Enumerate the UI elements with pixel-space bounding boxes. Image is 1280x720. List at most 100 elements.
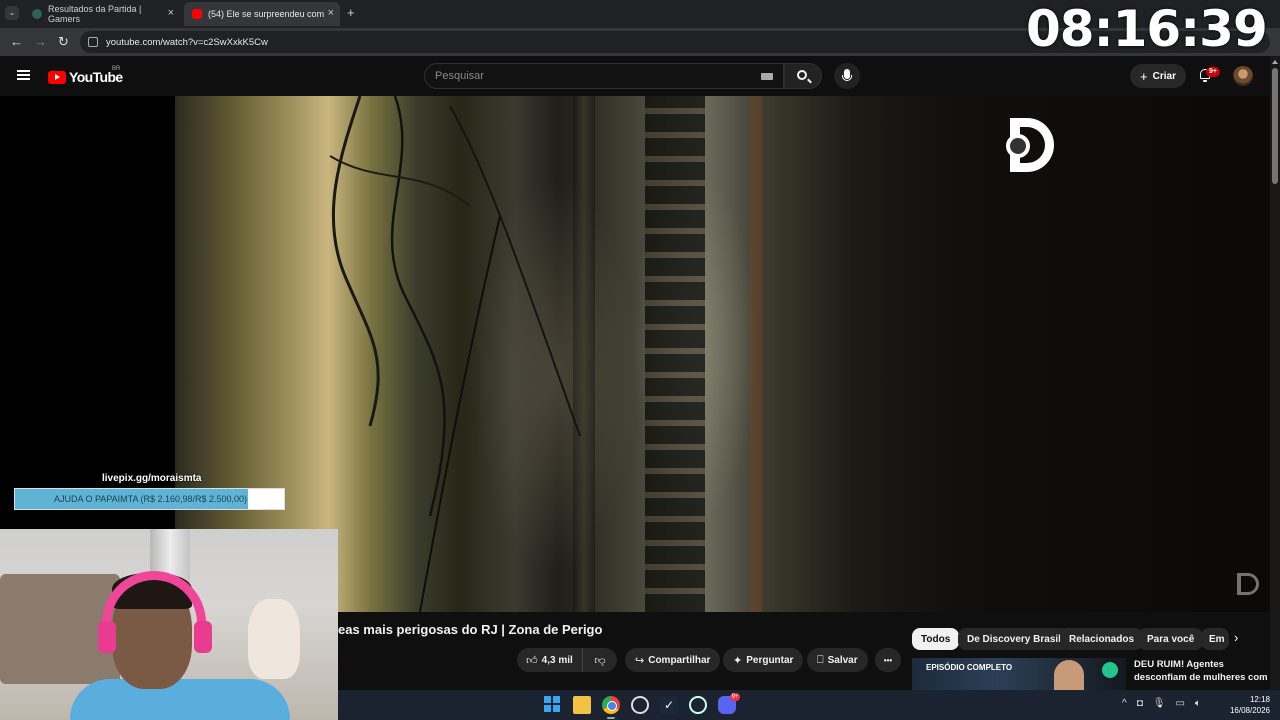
screen: ⌄ Resultados da Partida | Gamers × (54) … xyxy=(0,0,1280,720)
start-pane xyxy=(544,696,551,703)
taskbar-clock[interactable]: 12:18 16/08/2026 xyxy=(1218,694,1270,716)
save-label: Salvar xyxy=(827,654,858,666)
more-icon: ••• xyxy=(883,655,893,665)
back-arrow-icon[interactable]: ← xyxy=(10,34,23,49)
shirt-shape xyxy=(70,679,290,720)
start-pane xyxy=(544,705,551,712)
plus-icon: + xyxy=(1140,68,1148,84)
new-tab-button[interactable]: + xyxy=(347,5,355,20)
network-icon[interactable]: ▭ xyxy=(1175,698,1184,709)
youtube-logo[interactable]: YouTube BR xyxy=(48,66,123,85)
url-text: youtube.com/watch?v=c2SwXxkK5Cw xyxy=(106,36,268,48)
save-button[interactable]: ⎕ Salvar xyxy=(807,648,868,672)
windows-start-icon[interactable] xyxy=(544,696,562,714)
search-icon xyxy=(797,70,807,80)
channel-watermark-icon[interactable] xyxy=(1237,573,1259,595)
system-tray: ^ ◘ 🎙︎ ▭ 🔈︎ xyxy=(1122,698,1201,709)
share-label: Compartilhar xyxy=(648,654,711,666)
start-pane xyxy=(553,705,560,712)
wires-drawing xyxy=(329,96,581,612)
notification-badge: 9+ xyxy=(1206,67,1220,77)
like-button[interactable]: 👍︎ 4,3 mil xyxy=(517,648,583,672)
create-label: Criar xyxy=(1152,70,1176,82)
more-actions-button[interactable]: ••• xyxy=(875,648,901,672)
active-app-indicator xyxy=(607,717,615,719)
search-input[interactable]: Pesquisar xyxy=(424,63,784,89)
share-button[interactable]: ↪ Compartilhar xyxy=(625,648,721,672)
microphone-tray-icon[interactable]: 🎙︎ xyxy=(1153,698,1166,709)
thumbs-down-icon: 👎︎ xyxy=(594,654,606,667)
like-count: 4,3 mil xyxy=(541,654,573,666)
menu-icon[interactable] xyxy=(17,70,30,80)
youtube-header: YouTube BR Pesquisar + Criar 9+ xyxy=(0,56,1270,96)
start-pane xyxy=(553,696,560,703)
tab-search-button[interactable]: ⌄ xyxy=(5,6,19,20)
donation-goal-bar: AJUDA O PAPAIMTA (R$ 2.160,98/R$ 2.500,0… xyxy=(14,488,285,510)
close-tab-icon[interactable]: × xyxy=(168,7,174,19)
page-scrollbar[interactable] xyxy=(1270,56,1280,690)
search-button[interactable] xyxy=(784,63,822,89)
discovery-logo-icon xyxy=(1006,118,1058,176)
site-info-icon[interactable] xyxy=(88,37,98,47)
chip-discovery[interactable]: De Discovery Brasil xyxy=(958,628,1070,650)
windows-taskbar: ✓ 9+ ^ ◘ 🎙︎ ▭ 🔈︎ 12:18 16/08/2026 xyxy=(338,690,1280,720)
close-tab-icon[interactable]: × xyxy=(328,7,334,19)
thumbs-up-icon: 👍︎ xyxy=(526,654,538,667)
browser-tab-youtube[interactable]: (54) Ele se surpreendeu com × xyxy=(184,2,340,26)
chip-para-voce[interactable]: Para você xyxy=(1138,628,1204,650)
chip-todos[interactable]: Todos xyxy=(912,628,960,650)
donation-goal-label: AJUDA O PAPAIMTA (R$ 2.160,98/R$ 2.500,0… xyxy=(53,494,248,504)
bookmark-icon: ⎕ xyxy=(817,653,824,666)
youtube-play-icon xyxy=(48,70,66,84)
taskbar-time: 12:18 xyxy=(1249,695,1270,704)
microphone-stand xyxy=(842,75,852,81)
account-avatar[interactable] xyxy=(1233,66,1253,86)
gamersclub-favicon-icon xyxy=(32,9,42,19)
episode-badge: EPISÓDIO COMPLETO xyxy=(926,663,1013,672)
tray-chevron-up-icon[interactable]: ^ xyxy=(1122,698,1127,709)
tray-app-icon[interactable]: ◘ xyxy=(1137,698,1143,709)
recommendation-title-line: DEU RUIM! Agentes xyxy=(1134,659,1224,670)
discovery-globe-shape xyxy=(1006,134,1030,158)
obs-icon[interactable] xyxy=(631,696,649,714)
steam-icon[interactable]: ✓ xyxy=(660,696,678,714)
bell-clapper xyxy=(1203,80,1207,82)
scrollbar-thumb[interactable] xyxy=(1272,68,1278,184)
recommendation-thumbnail[interactable]: EPISÓDIO COMPLETO xyxy=(912,658,1126,690)
discord-badge: 9+ xyxy=(730,693,740,701)
recommendation-title-line: desconfiam de mulheres com xyxy=(1134,672,1268,683)
channel-logo-icon xyxy=(1102,662,1118,678)
gamersclub-icon[interactable] xyxy=(689,696,707,714)
livepix-url: livepix.gg/moraismta xyxy=(102,473,202,484)
headphone-cup-shape xyxy=(194,621,212,653)
chip-em[interactable]: Em xyxy=(1201,628,1229,650)
voice-search-button[interactable] xyxy=(834,63,860,89)
streamer-figure xyxy=(70,559,290,720)
clock-overlay: 08:16:39 xyxy=(1026,0,1268,58)
sparkle-icon: ✦ xyxy=(733,654,743,667)
dislike-button[interactable]: 👎︎ xyxy=(583,654,617,667)
chrome-icon[interactable] xyxy=(602,696,620,714)
video-title: eas mais perigosas do RJ | Zona de Perig… xyxy=(338,622,603,637)
recommendation-title[interactable]: DEU RUIM! Agentes desconfiam de mulheres… xyxy=(1134,658,1270,684)
thumbnail-face xyxy=(1054,660,1084,690)
chip-relacionados[interactable]: Relacionados xyxy=(1060,628,1144,650)
browser-tab-results[interactable]: Resultados da Partida | Gamers × xyxy=(24,2,180,26)
webcam-overlay xyxy=(0,529,338,720)
scroll-up-arrow-icon[interactable] xyxy=(1272,60,1278,64)
volume-icon[interactable]: 🔈︎ xyxy=(1195,698,1201,709)
share-icon: ↪ xyxy=(635,654,645,667)
reload-icon[interactable]: ↻ xyxy=(58,34,69,50)
ask-label: Perguntar xyxy=(746,654,794,666)
keyboard-icon[interactable] xyxy=(761,73,773,80)
teddy-bear-shape xyxy=(248,599,300,679)
youtube-favicon-icon xyxy=(192,9,202,19)
headphone-cup-shape xyxy=(98,621,116,653)
chevron-right-icon[interactable]: › xyxy=(1234,630,1238,645)
search-placeholder: Pesquisar xyxy=(435,70,484,82)
forward-arrow-icon[interactable]: → xyxy=(34,34,47,49)
create-button[interactable]: + Criar xyxy=(1130,64,1186,88)
ask-button[interactable]: ✦ Perguntar xyxy=(723,648,804,672)
file-explorer-icon[interactable] xyxy=(573,696,591,714)
tab-title: (54) Ele se surpreendeu com xyxy=(208,9,325,19)
